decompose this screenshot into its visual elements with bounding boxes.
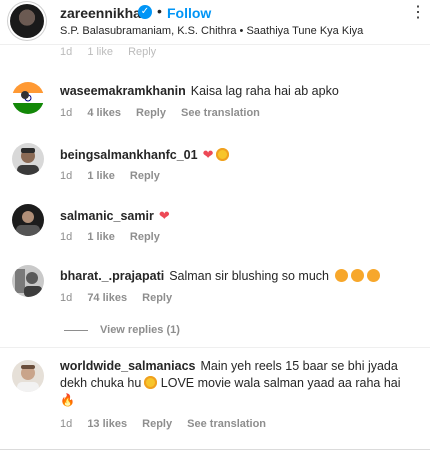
comment-body: waseemakramkhanin Kaisa lag raha hai ab a… <box>60 83 420 100</box>
view-replies-label: View replies (1) <box>100 324 180 336</box>
comment-username[interactable]: worldwide_salmaniacs <box>60 359 195 373</box>
comment-meta: 1d 13 likes Reply See translation <box>60 418 278 430</box>
reply-button[interactable]: Reply <box>142 292 172 304</box>
header-separator: • <box>157 3 162 19</box>
follow-button[interactable]: Follow <box>167 5 211 21</box>
comment-likes[interactable]: 1 like <box>87 46 113 58</box>
blushing-emoji-icon <box>335 269 349 282</box>
section-divider <box>0 347 430 348</box>
comment-likes[interactable]: 1 like <box>87 231 115 243</box>
comment-likes[interactable]: 1 like <box>87 170 115 182</box>
comment-text: Salman sir blushing so much <box>169 269 329 283</box>
heart-eyes-emoji-icon <box>216 148 230 161</box>
comment-text-continued: LOVE movie wala salman yaad aa raha hai <box>160 376 401 390</box>
profile-avatar[interactable] <box>10 4 44 38</box>
comment-likes[interactable]: 74 likes <box>87 292 127 304</box>
red-heart-icon: ❤ <box>202 147 214 162</box>
comment-meta: 1d 4 likes Reply See translation <box>60 107 272 119</box>
reply-button[interactable]: Reply <box>136 107 166 119</box>
comment-time: 1d <box>60 292 73 304</box>
comment-username[interactable]: beingsalmankhanfc_01 <box>60 148 198 162</box>
comment-body: beingsalmankhanfc_01 ❤ <box>60 146 420 164</box>
comment-meta: 1d 1 like Reply <box>60 231 172 243</box>
blushing-emoji-icon <box>351 269 365 282</box>
comment-time: 1d <box>60 231 73 243</box>
comment-time: 1d <box>60 46 73 58</box>
reply-button[interactable]: Reply <box>142 418 172 430</box>
commenter-avatar[interactable] <box>12 265 44 297</box>
comment-username[interactable]: waseemakramkhanin <box>60 84 186 98</box>
blushing-emoji-icon <box>367 269 381 282</box>
more-options-icon[interactable]: ⋮ <box>410 2 426 22</box>
fire-emoji-icon: 🔥 <box>60 393 75 407</box>
reply-button[interactable]: Reply <box>130 231 160 243</box>
red-heart-icon: ❤ <box>158 208 170 223</box>
comment-body: worldwide_salmaniacs Main yeh reels 15 ba… <box>60 358 420 409</box>
see-translation-button[interactable]: See translation <box>187 418 266 430</box>
reply-button[interactable]: Reply <box>130 170 160 182</box>
previous-comment-meta: 1d 1 like Reply <box>60 46 168 58</box>
reply-button[interactable]: Reply <box>128 46 156 58</box>
comment-body: bharat._.prajapati Salman sir blushing so… <box>60 268 420 285</box>
comment-likes[interactable]: 4 likes <box>87 107 121 119</box>
comment-meta: 1d 1 like Reply <box>60 170 172 182</box>
comment-username[interactable]: bharat._.prajapati <box>60 269 164 283</box>
comment-time: 1d <box>60 170 73 182</box>
see-translation-button[interactable]: See translation <box>181 107 260 119</box>
comment-time: 1d <box>60 418 73 430</box>
view-replies-button[interactable]: View replies (1) <box>64 324 180 336</box>
commenter-avatar[interactable] <box>12 82 44 114</box>
comment-likes[interactable]: 13 likes <box>87 418 127 430</box>
comment-time: 1d <box>60 107 73 119</box>
comment-meta: 1d 74 likes Reply <box>60 292 184 304</box>
audio-subtitle[interactable]: S.P. Balasubramaniam, K.S. Chithra • Saa… <box>60 25 363 37</box>
heart-eyes-emoji-icon <box>144 376 158 389</box>
post-username[interactable]: zareennikhat <box>60 5 146 21</box>
commenter-avatar[interactable] <box>12 143 44 175</box>
post-header: zareennikhat ✓ • Follow S.P. Balasubrama… <box>0 0 430 45</box>
verified-badge-icon: ✓ <box>138 5 152 19</box>
commenter-avatar[interactable] <box>12 204 44 236</box>
commenter-avatar[interactable] <box>12 360 44 392</box>
comment-username[interactable]: salmanic_samir <box>60 209 154 223</box>
comment-text: Kaisa lag raha hai ab apko <box>190 84 339 98</box>
comment-body: salmanic_samir ❤ <box>60 207 420 225</box>
replies-line-divider <box>64 329 88 331</box>
